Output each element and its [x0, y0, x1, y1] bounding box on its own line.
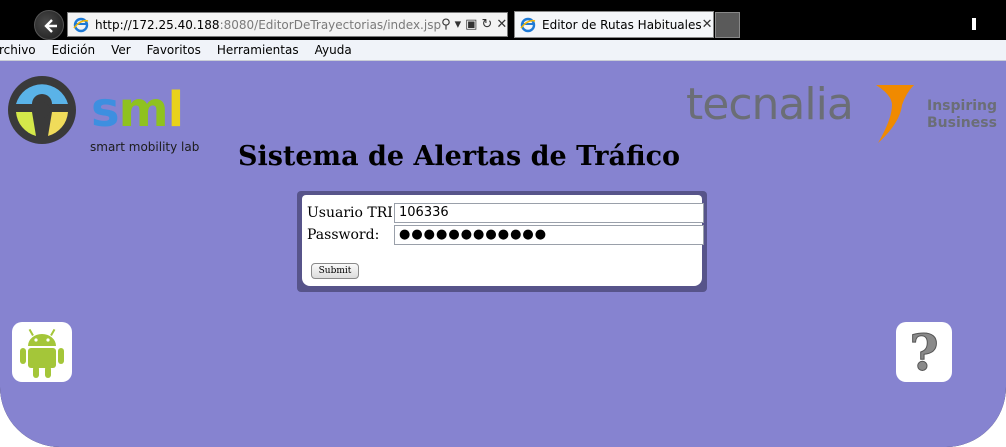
help-button[interactable]: ?	[896, 322, 952, 383]
login-form: Usuario TRI: 106336 Password: ●●●●●●●●●●…	[302, 195, 704, 286]
menu-ver[interactable]: Ver	[111, 43, 131, 57]
address-bar[interactable]: http://172.25.40.188:8080/EditorDeTrayec…	[67, 12, 508, 37]
sml-logo: sml smart mobility lab	[6, 74, 206, 154]
close-icon[interactable]: ✕	[702, 17, 713, 32]
user-label: Usuario TRI:	[307, 205, 398, 221]
url-host: http://172.25.40.188	[95, 17, 220, 32]
page-content: sml smart mobility lab tecnalia Inspirin…	[0, 61, 1006, 447]
menu-bar: rchivo Edición Ver Favoritos Herramienta…	[0, 40, 1006, 61]
tecnalia-mark-icon	[876, 85, 914, 143]
password-row: Password:	[307, 225, 379, 245]
browser-toolbar: http://172.25.40.188:8080/EditorDeTrayec…	[0, 0, 1006, 40]
login-panel: Usuario TRI: 106336 Password: ●●●●●●●●●●…	[297, 191, 707, 292]
menu-archivo[interactable]: rchivo	[0, 43, 36, 57]
tecnalia-tag-line1: Inspiring	[927, 98, 998, 114]
page-title: Sistema de Alertas de Tráfico	[237, 141, 681, 172]
ie-tab-icon	[520, 17, 536, 33]
url-path: :8080/EditorDeTrayectorias/index.jsp	[219, 17, 442, 32]
user-row: Usuario TRI:	[307, 203, 398, 223]
refresh-icon[interactable]: ↻	[481, 17, 492, 32]
sml-letter-m: m	[118, 82, 169, 138]
browser-window: http://172.25.40.188:8080/EditorDeTrayec…	[0, 0, 1006, 447]
compat-icon[interactable]: ▣	[465, 17, 477, 32]
dropdown-icon[interactable]: ▾	[455, 17, 462, 32]
steering-wheel-icon	[8, 76, 76, 144]
sml-wordmark: sml	[91, 86, 184, 134]
new-tab-button[interactable]	[715, 12, 740, 38]
question-mark-icon: ?	[909, 323, 939, 383]
ie-icon	[73, 17, 89, 33]
tecnalia-tag-line2: Business	[927, 115, 997, 131]
search-icon[interactable]: ⚲	[441, 17, 451, 32]
back-icon	[44, 19, 57, 33]
back-button[interactable]	[34, 10, 64, 40]
sml-letter-l: l	[167, 82, 184, 138]
menu-ayuda[interactable]: Ayuda	[315, 43, 352, 57]
android-app-button[interactable]	[12, 322, 72, 382]
tecnalia-wordmark: tecnalia	[686, 79, 854, 130]
password-label: Password:	[307, 227, 380, 243]
menu-edicion[interactable]: Edición	[52, 43, 95, 57]
window-edge	[972, 18, 976, 30]
submit-button[interactable]: Submit	[311, 263, 359, 279]
svg-text:?: ?	[909, 323, 938, 382]
android-icon	[20, 328, 64, 378]
address-tools: ⚲ ▾ ▣ ↻ ✕	[441, 17, 507, 32]
sml-letter-s: s	[91, 82, 120, 138]
url-text[interactable]: http://172.25.40.188:8080/EditorDeTrayec…	[95, 18, 441, 32]
stop-icon[interactable]: ✕	[496, 17, 507, 32]
menu-favoritos[interactable]: Favoritos	[147, 43, 201, 57]
tab-editor-rutas[interactable]: Editor de Rutas Habituales ✕	[514, 11, 714, 38]
tab-title: Editor de Rutas Habituales	[542, 17, 702, 32]
user-input[interactable]: 106336	[394, 203, 704, 223]
password-input[interactable]: ●●●●●●●●●●●●	[394, 225, 704, 245]
menu-herramientas[interactable]: Herramientas	[217, 43, 299, 57]
tecnalia-tagline: Inspiring Business	[927, 98, 997, 132]
